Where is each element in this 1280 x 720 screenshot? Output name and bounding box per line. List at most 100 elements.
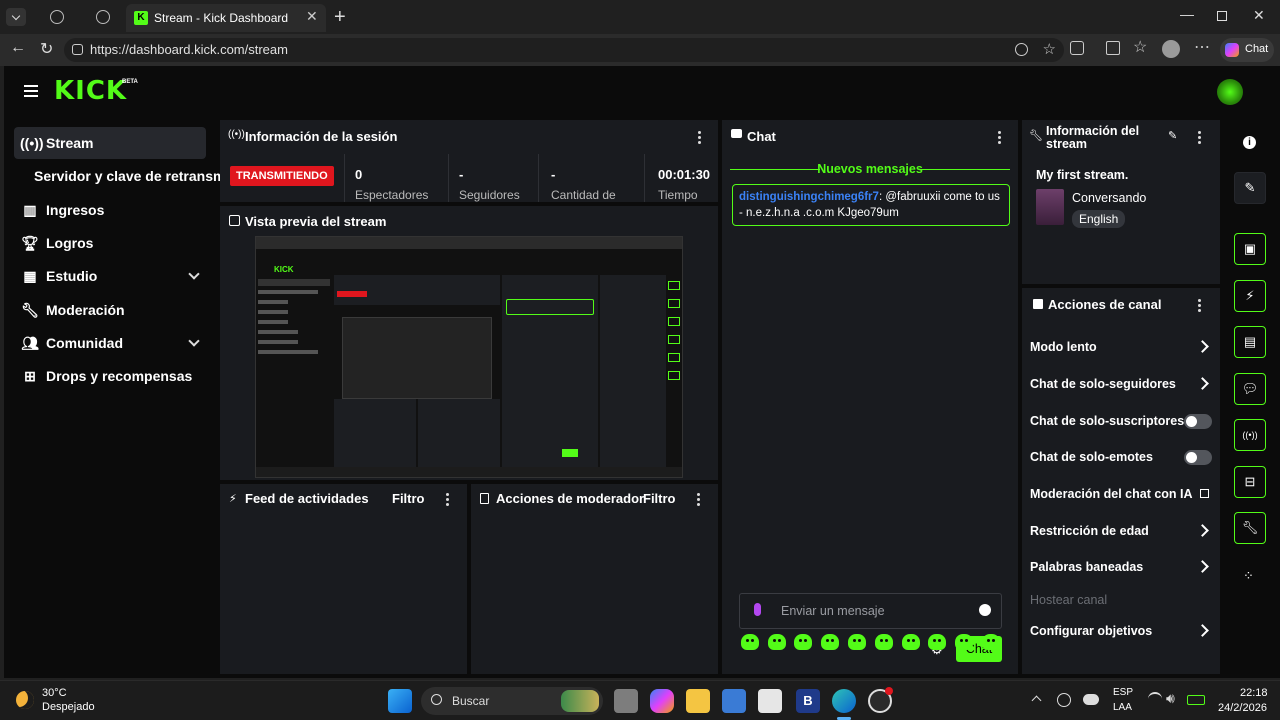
favorites-icon[interactable]: ☆	[1133, 37, 1147, 57]
copilot-button[interactable]: Chat	[1220, 38, 1274, 62]
emote-icon[interactable]	[875, 634, 893, 650]
more-widgets-icon[interactable]: ⁘	[1243, 568, 1254, 584]
sidebar-item-stream[interactable]: ((•)) Stream	[14, 127, 206, 159]
action-subscribers-only: Chat de solo-suscriptores	[1030, 414, 1216, 429]
maximize-button[interactable]	[1217, 11, 1227, 21]
store-icon[interactable]	[722, 689, 746, 713]
chat-rail-button[interactable]: 💬︎	[1234, 373, 1266, 405]
amazon-icon[interactable]	[758, 689, 782, 713]
address-bar-row: ← ↻ https://dashboard.kick.com/stream ☆ …	[0, 34, 1280, 66]
media-icon: ⊟	[1244, 474, 1256, 489]
b-app-icon[interactable]: B	[796, 689, 820, 713]
action-ai-moderation[interactable]: Moderación del chat con IA	[1030, 487, 1216, 501]
microphone-icon[interactable]	[754, 603, 761, 616]
emote-icon[interactable]	[928, 634, 946, 650]
action-slow-mode[interactable]: Modo lento	[1030, 340, 1216, 354]
close-window-button[interactable]: ✕	[1253, 7, 1265, 24]
lightning-rail-button[interactable]: ⚡︎	[1234, 280, 1266, 312]
kebab-menu-icon[interactable]	[1198, 299, 1202, 314]
sidebar-item-ingresos[interactable]: ▥ Ingresos	[14, 194, 206, 226]
action-configure-goals[interactable]: Configurar objetivos	[1030, 624, 1216, 638]
action-age-restriction[interactable]: Restricción de edad	[1030, 524, 1216, 538]
sidebar-item-drops[interactable]: ⊞ Drops y recompensas	[14, 360, 206, 392]
minimize-button[interactable]: —	[1180, 6, 1194, 22]
back-icon[interactable]: ←	[10, 39, 26, 57]
stat-label: Cantidad de	[551, 188, 616, 202]
document-rail-button[interactable]: ▤	[1234, 326, 1266, 358]
edit-rail-button[interactable]: ✎	[1234, 172, 1266, 204]
sync-icon[interactable]	[1057, 693, 1071, 707]
sidebar-item-server-key[interactable]: Servidor y clave de retransm	[14, 160, 224, 192]
chat-message[interactable]: distinguishingchimeg6fr7: @fabruuxii com…	[732, 184, 1010, 226]
url-field[interactable]: https://dashboard.kick.com/stream ☆	[64, 38, 1064, 62]
tab-globe-1[interactable]	[38, 4, 76, 32]
extensions-icon[interactable]	[1070, 41, 1084, 55]
tab-kick-dashboard[interactable]: K Stream - Kick Dashboard ✕	[126, 4, 326, 32]
task-view-icon[interactable]	[614, 689, 638, 713]
emote-icon[interactable]	[902, 634, 920, 650]
preview-rail-button[interactable]: ▣	[1234, 233, 1266, 265]
action-banned-words[interactable]: Palabras baneadas	[1030, 560, 1216, 574]
refresh-icon[interactable]: ↻	[40, 39, 53, 59]
chat-username[interactable]: distinguishingchimeg6fr7	[739, 191, 879, 203]
sidebar-item-comunidad[interactable]: 👥︎ Comunidad	[14, 327, 206, 359]
cloud-icon[interactable]	[1083, 694, 1099, 705]
favorite-star-icon[interactable]: ☆	[1043, 38, 1056, 62]
wifi-icon[interactable]	[1148, 692, 1162, 706]
copilot-taskbar-icon[interactable]	[650, 689, 674, 713]
volume-icon[interactable]: 🔊︎	[1166, 690, 1175, 707]
chevron-up-icon[interactable]	[1031, 695, 1042, 706]
weather-desc: Despejado	[42, 701, 95, 713]
emotes-only-toggle[interactable]	[1184, 450, 1212, 465]
weather-moon-icon[interactable]	[16, 691, 34, 709]
battery-icon[interactable]	[1187, 695, 1205, 705]
split-screen-icon[interactable]	[1106, 41, 1120, 55]
broadcast-rail-button[interactable]: ((•))	[1234, 419, 1266, 451]
preview-inner-video	[342, 317, 492, 399]
sidebar-item-logros[interactable]: 🏆︎ Logros	[14, 227, 206, 259]
taskbar-search[interactable]: Buscar	[421, 687, 603, 715]
reader-icon[interactable]	[1015, 43, 1028, 56]
emoji-icon[interactable]	[979, 604, 991, 616]
emote-icon[interactable]	[741, 634, 759, 650]
kebab-menu-icon[interactable]	[446, 493, 450, 508]
media-rail-button[interactable]: ⊟	[1234, 466, 1266, 498]
language-top[interactable]: ESP	[1113, 687, 1133, 698]
emote-icon[interactable]	[768, 634, 786, 650]
hamburger-menu-icon[interactable]	[24, 85, 38, 97]
kick-logo[interactable]: KICK	[54, 76, 127, 106]
edge-icon[interactable]	[832, 689, 856, 713]
user-avatar[interactable]	[1217, 79, 1243, 105]
kebab-menu-icon[interactable]	[697, 493, 701, 508]
subscribers-only-toggle[interactable]	[1184, 414, 1212, 429]
chat-input[interactable]: Enviar un mensaje	[739, 593, 1002, 629]
emote-icon[interactable]	[982, 634, 1000, 650]
emote-icon[interactable]	[848, 634, 866, 650]
sidebar-item-moderacion[interactable]: 🔧︎ Moderación	[14, 294, 206, 326]
edit-icon[interactable]: ✎	[1168, 129, 1177, 142]
close-icon[interactable]: ✕	[306, 8, 318, 25]
windows-start-icon[interactable]	[388, 689, 412, 713]
mod-actions-panel: Acciones de moderador Filtro	[471, 484, 718, 674]
tab-globe-2[interactable]	[84, 4, 122, 32]
clock-time[interactable]: 22:18	[1240, 687, 1268, 699]
emote-icon[interactable]	[794, 634, 812, 650]
tab-actions-button[interactable]	[6, 8, 26, 26]
action-followers-only[interactable]: Chat de solo-seguidores	[1030, 377, 1216, 391]
filter-button[interactable]: Filtro	[643, 491, 676, 506]
filter-button[interactable]: Filtro	[392, 491, 425, 506]
kebab-menu-icon[interactable]	[698, 131, 702, 146]
kebab-menu-icon[interactable]	[1198, 131, 1202, 146]
sidebar-item-estudio[interactable]: ▦ Estudio	[14, 260, 206, 292]
kebab-menu-icon[interactable]	[998, 131, 1002, 146]
new-tab-button[interactable]: +	[334, 6, 346, 29]
more-icon[interactable]: ⋯	[1194, 37, 1210, 57]
stream-preview-video[interactable]: KICK	[255, 236, 683, 478]
preview-session	[334, 275, 500, 305]
wrench-rail-button[interactable]: 🔧︎	[1234, 512, 1266, 544]
file-explorer-icon[interactable]	[686, 689, 710, 713]
info-icon[interactable]: i	[1243, 136, 1256, 149]
emote-icon[interactable]	[821, 634, 839, 650]
profile-avatar[interactable]	[1162, 40, 1180, 58]
emote-icon[interactable]	[955, 634, 973, 650]
